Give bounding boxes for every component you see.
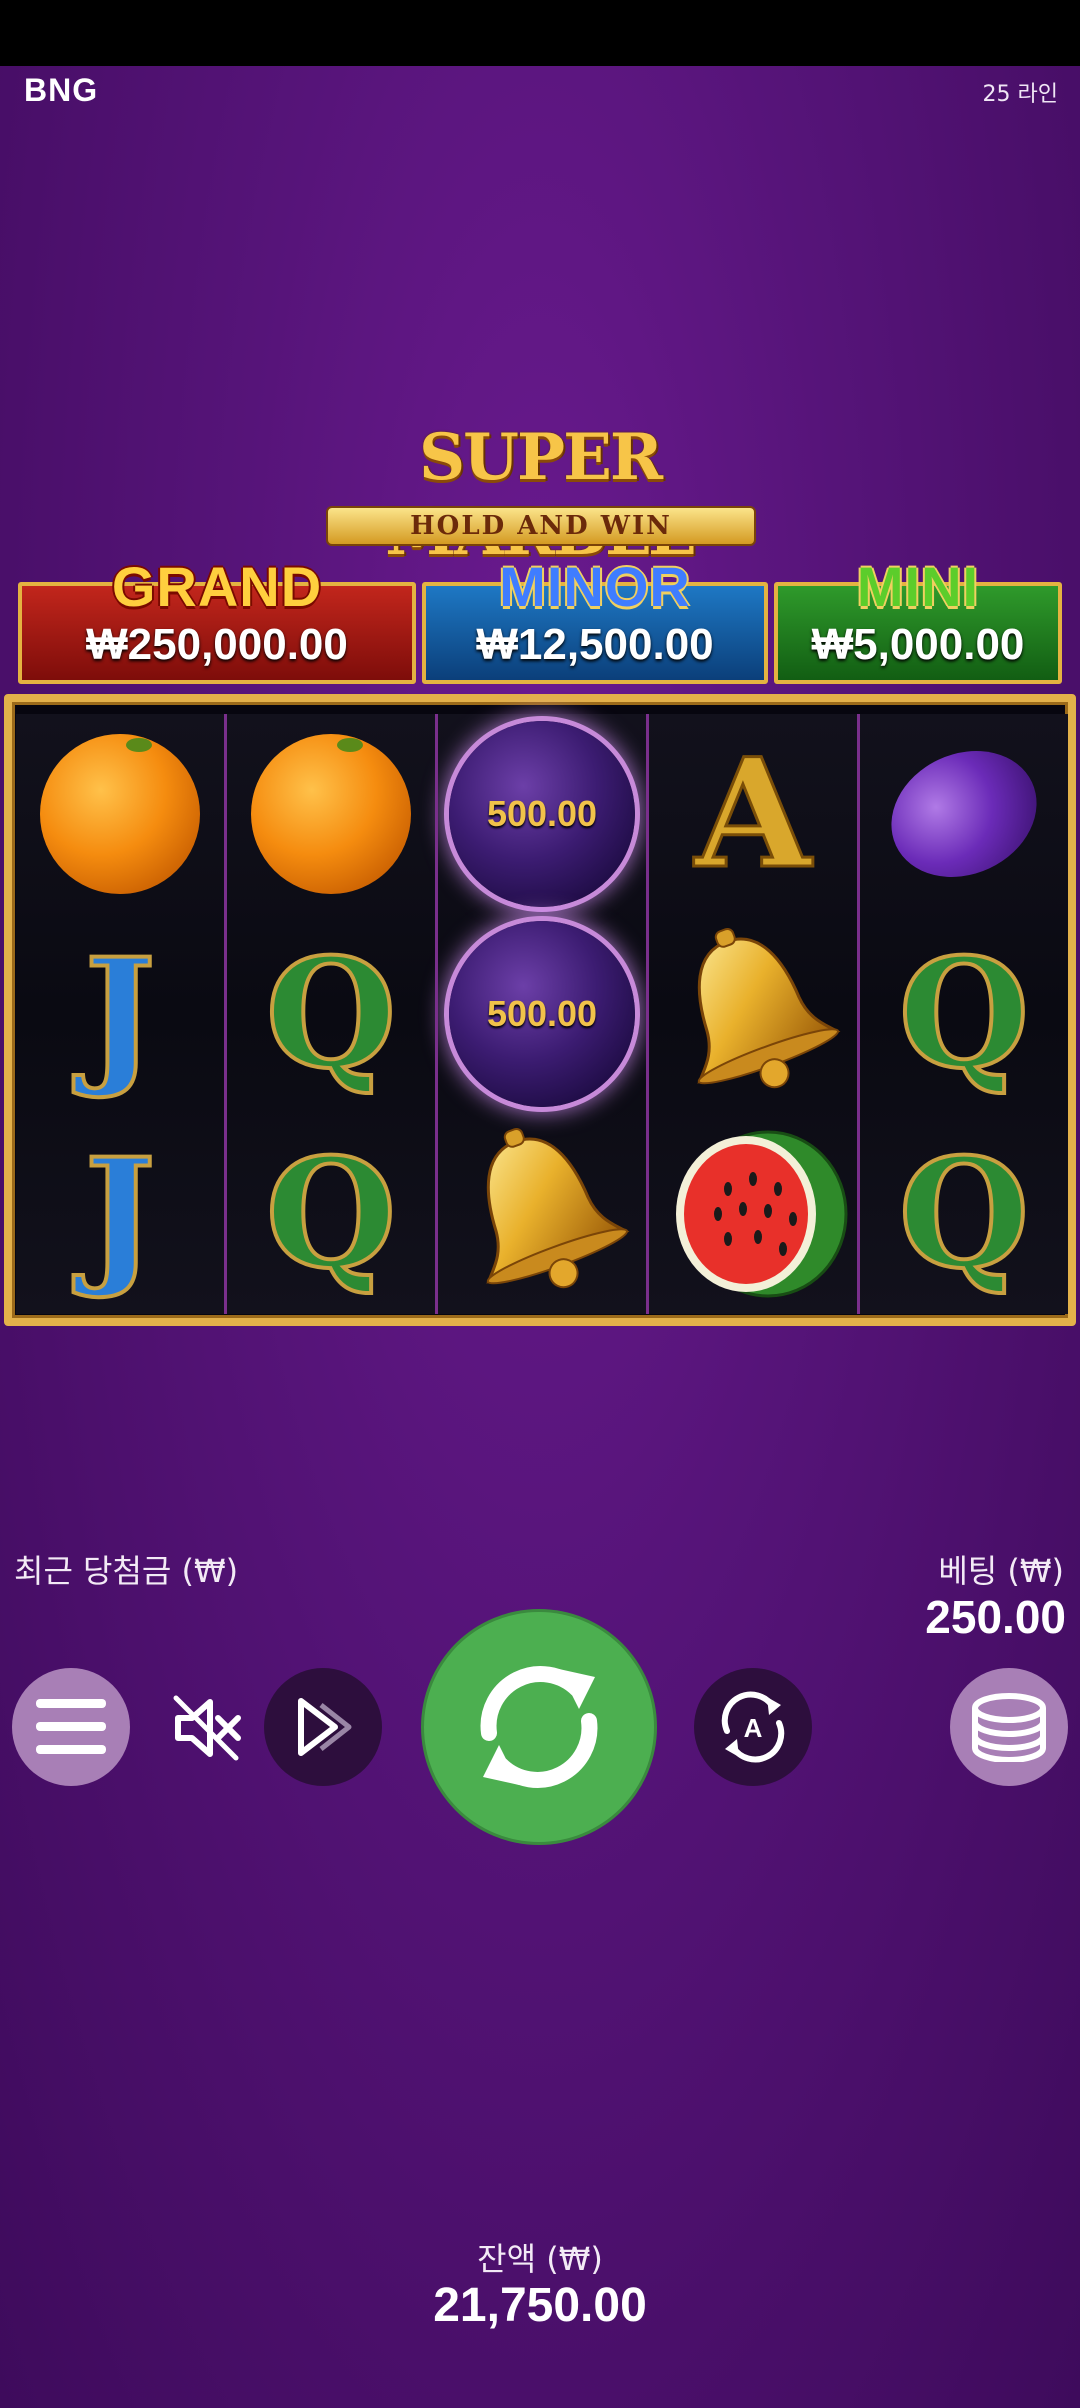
menu-icon bbox=[36, 1699, 106, 1754]
sound-muted-icon bbox=[173, 1695, 241, 1761]
jackpot-grand: GRAND ₩250,000.00 bbox=[18, 555, 416, 684]
marble-symbol: 500.00 bbox=[449, 921, 635, 1107]
letter-j-symbol: J bbox=[83, 926, 158, 1102]
svg-text:A: A bbox=[744, 1713, 763, 1743]
reel-column: QQ bbox=[860, 714, 1068, 1314]
reel-separator bbox=[435, 714, 438, 1314]
reel-symbol-orange bbox=[227, 714, 435, 914]
reel-column: JJ bbox=[16, 714, 224, 1314]
reel-column: A bbox=[649, 714, 857, 1314]
provider-logo: BNG bbox=[24, 72, 99, 108]
bet-coins-button[interactable] bbox=[950, 1668, 1068, 1786]
reel-symbol-Q: Q bbox=[860, 1114, 1068, 1314]
reel-symbol-A: A bbox=[649, 714, 857, 914]
paylines-count: 25 라인 bbox=[982, 82, 1058, 107]
reel-symbol-J: J bbox=[16, 914, 224, 1114]
bet-value: 250.00 bbox=[925, 1591, 1066, 1643]
letter-a-symbol: A bbox=[693, 726, 812, 902]
reel-symbol-Q: Q bbox=[860, 914, 1068, 1114]
orange-icon bbox=[40, 734, 200, 894]
reel-symbol-marble: 500.00 bbox=[438, 914, 646, 1114]
jackpot-grand-value: ₩250,000.00 bbox=[86, 620, 348, 669]
marble-value: 500.00 bbox=[486, 993, 598, 1034]
reel-symbol-Q: Q bbox=[227, 914, 435, 1114]
turbo-button[interactable] bbox=[264, 1668, 382, 1786]
jackpot-minor-title: MINOR bbox=[499, 555, 691, 618]
orange-icon bbox=[251, 734, 411, 894]
reel-grid: J J Q Q 500.00 500.00 A Q Q bbox=[4, 694, 1076, 1326]
reel-column: QQ bbox=[227, 714, 435, 1314]
game-logo: SUPER MARBLE HOLD AND WIN bbox=[320, 420, 760, 570]
reel-symbol-marble: 500.00 bbox=[438, 714, 646, 914]
reel-separator bbox=[857, 714, 860, 1314]
reel-separator bbox=[646, 714, 649, 1314]
turbo-icon bbox=[298, 1698, 352, 1756]
last-win-label: 최근 당첨금 (₩) bbox=[14, 1552, 239, 1590]
reel-separator bbox=[224, 714, 227, 1314]
autoplay-button[interactable]: A bbox=[694, 1668, 812, 1786]
balance-value: 21,750.00 bbox=[433, 2279, 647, 2332]
reel-symbol-plum bbox=[860, 714, 1068, 914]
letter-q-symbol: Q bbox=[897, 1126, 1032, 1302]
spin-icon bbox=[480, 1666, 598, 1788]
reel-symbol-watermelon bbox=[649, 1114, 857, 1314]
reel-symbol-bell bbox=[649, 914, 857, 1114]
marble-value: 500.00 bbox=[486, 793, 598, 834]
letter-q-symbol: Q bbox=[264, 1126, 399, 1302]
jackpot-minor: MINOR ₩12,500.00 bbox=[422, 555, 768, 684]
jackpot-grand-title: GRAND bbox=[111, 555, 323, 618]
status-bar bbox=[0, 0, 1080, 66]
sound-toggle-button[interactable] bbox=[170, 1692, 242, 1764]
jackpot-mini-value: ₩5,000.00 bbox=[811, 620, 1025, 669]
letter-q-symbol: Q bbox=[264, 926, 399, 1102]
jackpot-mini-title: MINI bbox=[856, 555, 980, 618]
game-subtitle: HOLD AND WIN bbox=[326, 506, 756, 546]
reel-column: 500.00 500.00 bbox=[438, 714, 646, 1314]
marble-symbol: 500.00 bbox=[449, 721, 635, 907]
reel-symbol-bell bbox=[438, 1114, 646, 1314]
bell-icon bbox=[697, 927, 841, 1089]
menu-button[interactable] bbox=[12, 1668, 130, 1786]
balance-label: 잔액 (₩) bbox=[477, 2240, 603, 2278]
plum-icon bbox=[870, 727, 1058, 901]
reel-symbol-orange bbox=[16, 714, 224, 914]
reel-symbol-Q: Q bbox=[227, 1114, 435, 1314]
spin-button[interactable] bbox=[424, 1612, 654, 1842]
bell-icon bbox=[486, 1127, 630, 1289]
autoplay-icon: A bbox=[721, 1691, 785, 1763]
letter-q-symbol: Q bbox=[897, 926, 1032, 1102]
reel-symbol-J: J bbox=[16, 1114, 224, 1314]
jackpot-minor-value: ₩12,500.00 bbox=[476, 620, 714, 669]
bet-label: 베팅 (₩) bbox=[938, 1552, 1064, 1590]
coins-icon bbox=[972, 1693, 1046, 1762]
jackpot-mini: MINI ₩5,000.00 bbox=[774, 555, 1062, 684]
watermelon-icon bbox=[676, 1130, 848, 1298]
letter-j-symbol: J bbox=[83, 1126, 158, 1302]
game-title: SUPER MARBLE bbox=[385, 420, 697, 570]
